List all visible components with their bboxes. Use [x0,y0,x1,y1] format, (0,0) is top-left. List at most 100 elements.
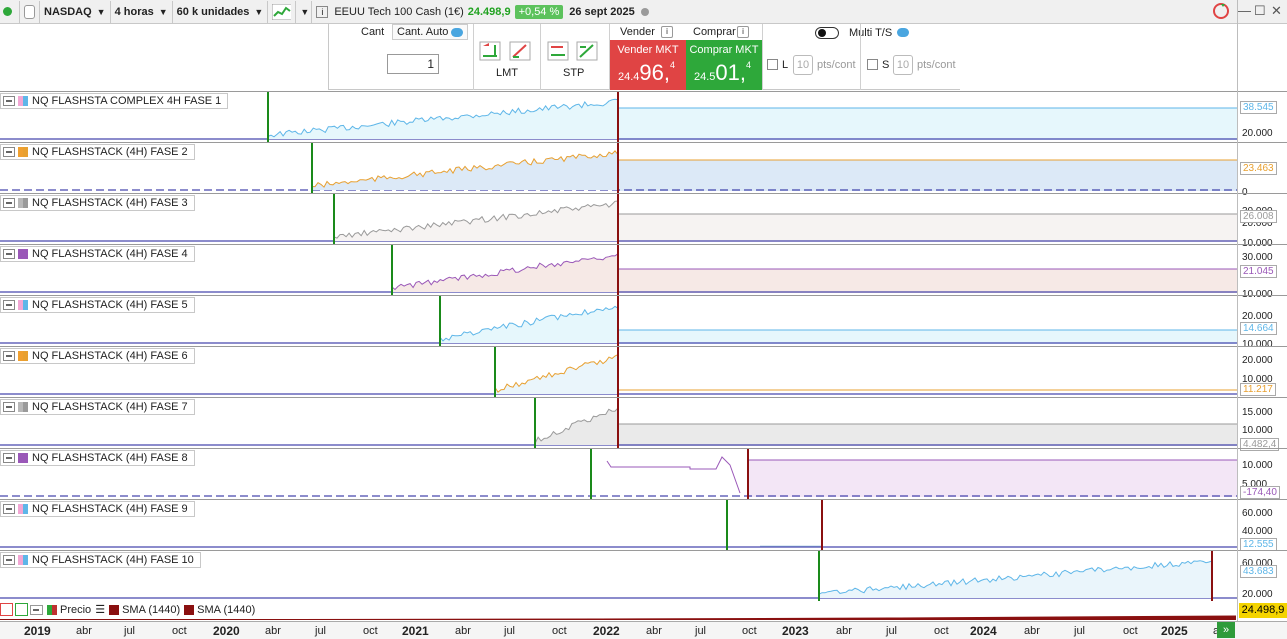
current-value-label: 11.217 [1240,383,1276,396]
sell-price-main: 96, [639,60,671,85]
series-swatch-icon [18,300,28,310]
panel-title[interactable]: NQ FLASHSTACK (4H) FASE 7 [0,399,195,415]
chevron-down-icon: ▼ [96,6,106,17]
collapse-icon[interactable] [3,96,15,106]
sell-info-icon[interactable]: i [661,26,673,38]
panel-title-label: NQ FLASHSTACK (4H) FASE 6 [32,350,188,362]
indicator-panel[interactable]: NQ FLASHSTACK (4H) FASE 5 20.000 10.000 14.… [0,295,1287,350]
panel-title[interactable]: NQ FLASHSTACK (4H) FASE 8 [0,450,195,466]
help-bubble-icon[interactable] [451,27,464,37]
panel-title[interactable]: NQ FLASHSTACK (4H) FASE 9 [0,501,195,517]
current-value-label: 38.545 [1240,101,1277,114]
units-select[interactable]: 60 k unidades ▼ [173,0,269,23]
last-price: 24.498,9 [467,5,511,18]
collapse-icon[interactable] [3,351,15,361]
indicator-panel[interactable]: NQ FLASHSTACK (4H) FASE 8 10.000 5.000 -174… [0,448,1287,499]
timeframe-select[interactable]: 4 horas ▼ [111,0,173,23]
projection-area [618,160,1237,191]
market-select[interactable]: NASDAQ ▼ [40,0,111,23]
collapse-icon[interactable] [3,402,15,412]
sell-market-button[interactable]: Vender MKT 24.496,4 [610,40,686,90]
indicator-panel[interactable]: NQ FLASHSTA COMPLEX 4H FASE 1 20.000 38.54… [0,91,1287,142]
time-axis-label: jul [1074,625,1086,637]
indicator-panel[interactable]: NQ FLASHSTACK (4H) FASE 6 20.000 10.000 11.… [0,346,1287,397]
panel-title[interactable]: NQ FLASHSTA COMPLEX 4H FASE 1 [0,93,229,109]
info-icon[interactable]: i [316,5,329,18]
units-label: 60 k unidades [176,5,250,18]
collapse-icon[interactable] [3,249,15,259]
panel-title[interactable]: NQ FLASHSTACK (4H) FASE 6 [0,348,195,364]
panel-title[interactable]: NQ FLASHSTACK (4H) FASE 4 [0,246,195,262]
sell-price: 24.496,4 [618,60,675,86]
collapse-icon[interactable] [3,147,15,157]
chart-style-button[interactable] [268,0,297,23]
series-area [334,201,618,241]
collapse-icon[interactable] [3,300,15,310]
panel-title[interactable]: NQ FLASHSTACK (4H) FASE 2 [0,144,195,160]
indicator-panel[interactable]: NQ FLASHSTACK (4H) FASE 2 0 23.463 [0,142,1287,198]
sync-icon[interactable] [1212,2,1230,23]
projection-area [748,460,1237,497]
chart-style-dropdown[interactable]: ▼ [296,0,313,23]
close-icon[interactable]: ✕ [1271,3,1282,19]
time-axis-label: abr [646,625,662,637]
series-swatch-icon [18,504,28,514]
stp-buy-icon[interactable] [576,41,598,64]
indicator-panel[interactable]: NQ FLASHSTACK (4H) FASE 10 60.000 20.000 43… [0,550,1287,601]
indicator-panel[interactable]: NQ FLASHSTACK (4H) FASE 4 30.000 10.000 21.… [0,244,1287,300]
indicator-panel[interactable]: NQ FLASHSTACK (4H) FASE 9 60.000 40.000 12.… [0,499,1287,551]
maximize-icon[interactable]: ☐ [1254,3,1266,19]
indicator-panel[interactable]: NQ FLASHSTACK (4H) FASE 330.00020.00010.… [0,193,1287,249]
limit-checkbox[interactable] [767,59,778,70]
market-icon [24,4,35,19]
sell-price-prefix: 24.4 [618,71,640,83]
time-axis-label: oct [363,625,378,637]
projection-area [618,424,1237,446]
cant-auto-button[interactable]: Cant. Auto [392,24,469,40]
series-area [312,150,618,190]
top-toolbar: NASDAQ ▼ 4 horas ▼ 60 k unidades ▼ ▼ i E… [0,0,1287,24]
collapse-icon[interactable] [3,198,15,208]
quantity-input[interactable]: 1 [387,54,439,74]
market-label: NASDAQ [44,5,92,18]
panel-title-label: NQ FLASHSTACK (4H) FASE 5 [32,299,188,311]
sell-price-fraction: 4 [670,60,676,70]
help-bubble-icon[interactable] [897,28,909,37]
panel-title-label: NQ FLASHSTACK (4H) FASE 3 [32,197,188,209]
collapse-icon[interactable] [3,504,15,514]
axis-tick-label: 40.000 [1242,526,1273,537]
lmt-label: LMT [496,67,518,79]
buy-price-fraction: 4 [746,60,752,70]
stp-sell-icon[interactable] [547,41,569,64]
stop-checkbox[interactable] [867,59,878,70]
collapse-icon[interactable] [3,453,15,463]
indicator-panel[interactable]: NQ FLASHSTACK (4H) FASE 715.00010.0005.0… [0,397,1287,452]
panel-title[interactable]: NQ FLASHSTACK (4H) FASE 5 [0,297,195,313]
current-price-tag: 24.498,9 [1239,603,1287,618]
stop-points-input[interactable]: 10 [893,55,913,75]
multi-ts-toggle[interactable] [815,27,839,39]
limit-points-input[interactable]: 10 [793,55,813,75]
time-axis-label: 2021 [402,624,429,638]
collapse-icon[interactable] [3,555,15,565]
cant-auto-label: Cant. Auto [397,26,449,38]
time-axis: 2019 abr jul oct 2020 abr jul oct 2021 abr jul oct 2… [0,621,1287,639]
projection-area [618,330,1237,344]
panel-title-label: NQ FLASHSTACK (4H) FASE 9 [32,503,188,515]
time-axis-label: oct [172,625,187,637]
buy-info-icon[interactable]: i [737,26,749,38]
time-axis-label: abr [76,625,92,637]
panel-title-label: NQ FLASHSTACK (4H) FASE 4 [32,248,188,260]
buy-market-button[interactable]: Comprar MKT 24.501,4 [686,40,762,90]
axis-tick-label: 10.000 [1242,425,1273,436]
market-icon-cell[interactable] [20,0,40,23]
scroll-right-button[interactable]: » [1217,622,1235,638]
series-swatch-icon [18,96,28,106]
series-swatch-icon [18,198,28,208]
lmt-buy-icon[interactable] [509,41,531,64]
lmt-sell-icon[interactable] [479,41,501,64]
panel-title[interactable]: NQ FLASHSTACK (4H) FASE 10 [0,552,201,568]
minimize-icon[interactable]: — [1238,3,1251,18]
panel-title[interactable]: NQ FLASHSTACK (4H) FASE 3 [0,195,195,211]
quote-info: i EEUU Tech 100 Cash (1€) 24.498,9 +0,54… [312,1,652,23]
